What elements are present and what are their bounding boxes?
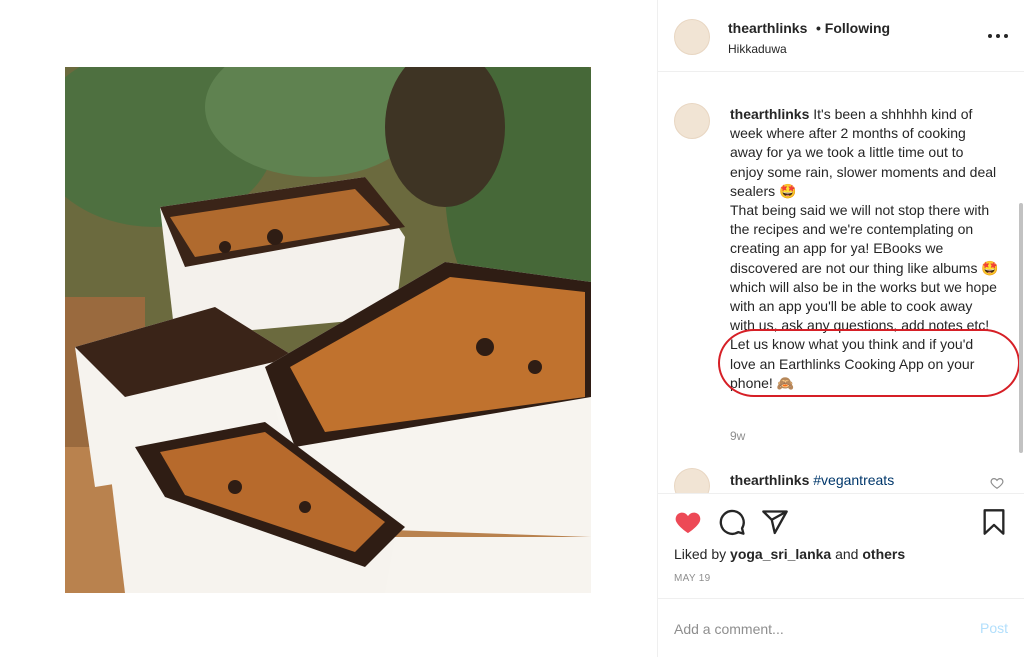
post-photo[interactable] (65, 67, 591, 593)
caption-time[interactable]: 9w (730, 429, 745, 443)
comment-author-username[interactable]: thearthlinks (730, 472, 809, 488)
post-location[interactable]: Hikkaduwa (728, 42, 787, 56)
likes-others-link[interactable]: others (862, 546, 905, 562)
post-details-panel: thearthlinks • Following Hikkaduwa thear… (658, 0, 1024, 657)
red-highlight-circle (718, 329, 1020, 398)
scrollbar-thumb[interactable] (1019, 203, 1023, 453)
comment-author-avatar[interactable] (674, 468, 710, 493)
post-actions: Liked by yoga_sri_lanka and others MAY 1… (658, 493, 1024, 598)
caption-author-username[interactable]: thearthlinks (730, 106, 809, 122)
comment-text: thearthlinks #vegantreats (730, 472, 894, 488)
author-avatar[interactable] (674, 19, 710, 55)
comments-section[interactable]: thearthlinks It's been a shhhhh kind of … (658, 73, 1024, 493)
post-comment-button[interactable]: Post (980, 620, 1008, 636)
bookmark-icon[interactable] (980, 508, 1008, 536)
author-username[interactable]: thearthlinks (728, 20, 807, 36)
caption-paragraph-2: That being said we will not stop there w… (730, 202, 999, 334)
dessert-bars-image (65, 67, 591, 593)
comment-like-heart-icon[interactable] (990, 476, 1004, 490)
caption-author-avatar[interactable] (674, 103, 710, 139)
heart-icon[interactable] (674, 508, 702, 536)
caption-text: thearthlinks It's been a shhhhh kind of … (718, 105, 1020, 398)
comment-input[interactable] (674, 619, 954, 639)
highlighted-paragraph: Let us know what you think and if you'd … (718, 329, 1020, 398)
post-date[interactable]: MAY 19 (674, 573, 710, 584)
likes-summary: Liked by yoga_sri_lanka and others (674, 546, 905, 562)
post-media-pane (0, 0, 657, 657)
share-icon[interactable] (761, 508, 789, 536)
comments-scrollbar[interactable] (1018, 163, 1024, 493)
likes-prefix: Liked by (674, 546, 727, 562)
liked-by-user[interactable]: yoga_sri_lanka (730, 546, 831, 562)
comment-hashtag[interactable]: #vegantreats (813, 472, 894, 488)
likes-and: and (835, 546, 859, 562)
more-dots-icon[interactable] (988, 30, 1008, 42)
add-comment-bar: Post (658, 598, 1024, 657)
post-header: thearthlinks • Following Hikkaduwa (658, 0, 1024, 72)
following-status[interactable]: • Following (816, 20, 890, 36)
comment-icon[interactable] (718, 508, 746, 536)
